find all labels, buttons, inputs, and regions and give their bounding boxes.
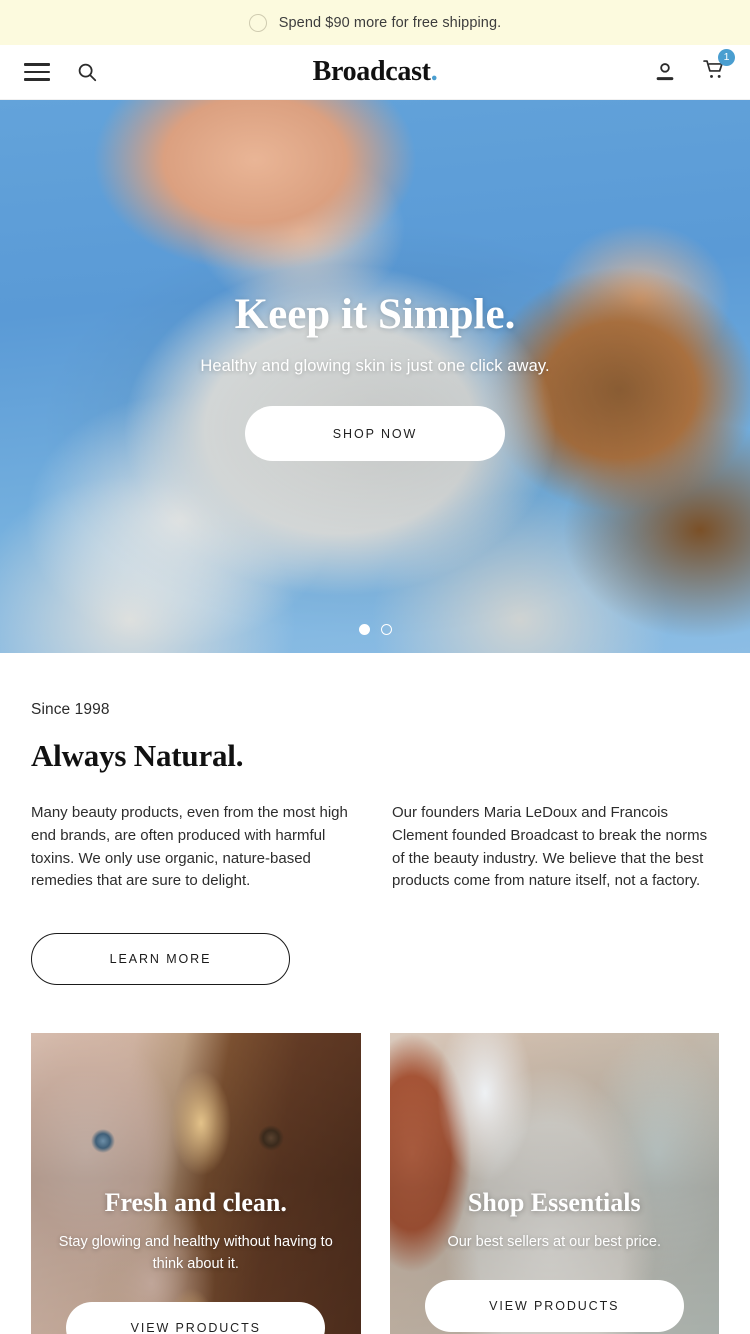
header-left-group [24, 61, 98, 83]
view-products-button-right[interactable]: VIEW PRODUCTS [424, 1279, 684, 1332]
about-columns: Many beauty products, even from the most… [31, 802, 719, 893]
hero-carousel-dots [0, 624, 750, 635]
about-eyebrow: Since 1998 [31, 701, 110, 718]
cart-count-badge: 1 [718, 49, 735, 66]
promo-title: Shop Essentials [467, 1188, 641, 1218]
hamburger-bars [24, 63, 50, 81]
promo-cards: Fresh and clean. Stay glowing and health… [0, 1033, 750, 1334]
promo-title: Fresh and clean. [104, 1188, 287, 1218]
carousel-dot-1[interactable] [358, 624, 370, 635]
announcement-text: Spend $90 more for free shipping. [278, 14, 502, 31]
header-right-group: 1 [654, 49, 735, 86]
progress-circle-icon [248, 13, 267, 32]
about-section: Since 1998 Always Natural. Many beauty p… [0, 653, 750, 986]
promo-card-shop-essentials[interactable]: Shop Essentials Our best sellers at our … [389, 1033, 720, 1334]
promo-content: Fresh and clean. Stay glowing and health… [31, 1033, 361, 1334]
site-logo[interactable]: Broadcast. [313, 56, 438, 88]
about-title: Always Natural. [31, 738, 244, 773]
promo-subtitle: Our best sellers at our best price. [447, 1234, 662, 1251]
logo-text: Broadcast [312, 56, 431, 87]
shop-now-button[interactable]: SHOP NOW [245, 406, 505, 462]
account-icon[interactable] [654, 61, 676, 83]
hero-banner: Keep it Simple. Healthy and glowing skin… [0, 100, 750, 653]
logo-dot: . [430, 56, 438, 87]
about-column-right: Our founders Maria LeDoux and Francois C… [392, 804, 708, 890]
promo-card-fresh-and-clean[interactable]: Fresh and clean. Stay glowing and health… [31, 1033, 361, 1334]
search-icon[interactable] [76, 61, 98, 83]
hero-content: Keep it Simple. Healthy and glowing skin… [0, 290, 750, 462]
hamburger-menu-icon[interactable] [24, 63, 50, 81]
announcement-bar: Spend $90 more for free shipping. [0, 0, 750, 45]
promo-content: Shop Essentials Our best sellers at our … [390, 1033, 720, 1332]
hero-subtitle: Healthy and glowing skin is just one cli… [200, 357, 550, 376]
carousel-dot-2[interactable] [380, 624, 392, 635]
site-header: Broadcast. 1 [0, 45, 750, 100]
hero-title: Keep it Simple. [234, 291, 516, 338]
promo-subtitle: Stay glowing and healthy without having … [58, 1234, 333, 1272]
view-products-button-left[interactable]: VIEW PRODUCTS [66, 1301, 326, 1334]
about-column-left: Many beauty products, even from the most… [31, 804, 348, 890]
cart-button[interactable]: 1 [702, 49, 735, 86]
page-root: Spend $90 more for free shipping. Broadc… [0, 0, 750, 1334]
learn-more-button[interactable]: LEARN MORE [31, 933, 290, 986]
